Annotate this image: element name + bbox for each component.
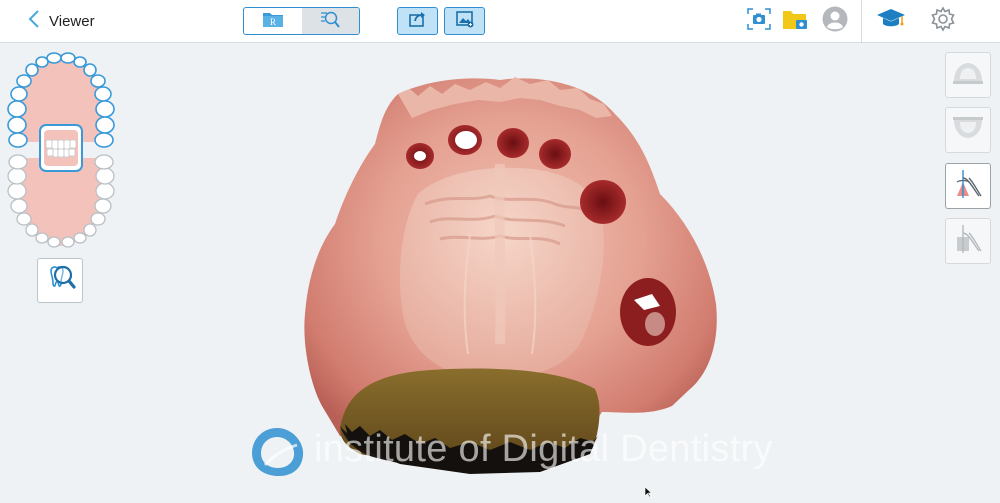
user-avatar-icon	[822, 6, 848, 37]
bite-view-selector[interactable]	[39, 124, 83, 172]
tooth-magnifier-icon	[43, 261, 77, 300]
die-trim-tool-icon	[951, 223, 985, 260]
scan-view-button[interactable]	[301, 8, 359, 34]
image-gallery-icon	[455, 10, 475, 33]
mouse-pointer-icon	[644, 485, 653, 503]
patient-folder-button[interactable]	[783, 8, 809, 34]
restorative-letter: R	[270, 17, 276, 27]
page-title: Viewer	[49, 12, 95, 30]
watermark-text: institute of Digital Dentistry	[314, 428, 773, 470]
tooth-inspect-button[interactable]	[37, 258, 83, 303]
restorative-view-button[interactable]: R	[244, 8, 302, 34]
view-mode-toggle: R	[243, 7, 360, 35]
patient-folder-icon	[782, 7, 810, 36]
upper-jaw-view-icon	[950, 59, 986, 92]
share-export-icon	[408, 10, 428, 33]
institute-logo	[252, 428, 304, 476]
gallery-button[interactable]	[444, 7, 485, 35]
settings-button[interactable]	[930, 5, 956, 37]
jaw-navigator[interactable]	[7, 52, 115, 248]
die-trim-tool-button[interactable]	[945, 218, 991, 264]
camera-capture-button[interactable]	[746, 7, 772, 36]
margin-line-tool-icon	[951, 168, 985, 205]
back-button[interactable]: Viewer	[28, 8, 95, 34]
education-button[interactable]	[876, 8, 906, 34]
user-avatar-button[interactable]	[822, 6, 848, 37]
dental-arch-scan-model	[304, 77, 717, 474]
toolbar-divider	[861, 0, 862, 43]
settings-icon	[930, 5, 956, 37]
share-button[interactable]	[397, 7, 438, 35]
lower-jaw-view-icon	[950, 114, 986, 147]
education-icon	[876, 6, 906, 37]
lower-jaw-view-button[interactable]	[945, 107, 991, 153]
margin-line-tool-button[interactable]	[945, 163, 991, 209]
chevron-left-icon	[28, 9, 40, 34]
restorative-folder-icon: R	[262, 10, 284, 33]
magnifier-view-icon	[319, 9, 341, 34]
upper-jaw-view-button[interactable]	[945, 52, 991, 98]
camera-capture-icon	[746, 7, 772, 36]
top-toolbar: Viewer R	[0, 0, 1000, 43]
